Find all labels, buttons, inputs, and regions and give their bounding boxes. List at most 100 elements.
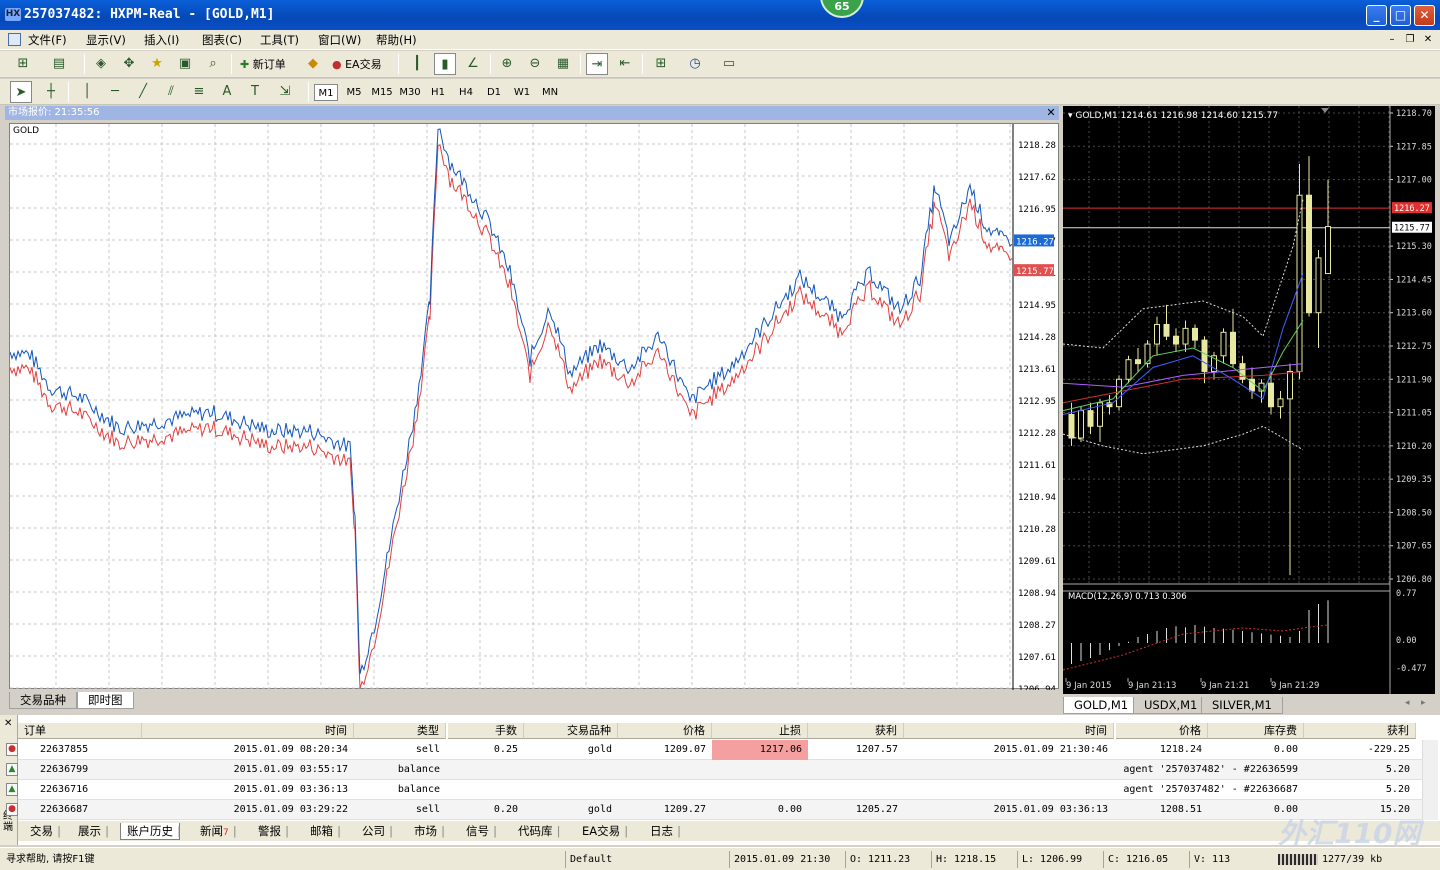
connection-bars-icon: [1278, 854, 1318, 865]
zoom-out-icon[interactable]: ⊖: [524, 53, 546, 75]
close-button[interactable]: ✕: [1414, 5, 1435, 26]
fibonacci-icon[interactable]: ≡: [188, 81, 210, 103]
mdi-restore-button[interactable]: ❐: [1402, 33, 1418, 47]
text-label-icon[interactable]: T: [244, 81, 266, 103]
terminal-close-icon[interactable]: ✕: [4, 718, 12, 729]
terminal-tab[interactable]: 信号 |: [460, 823, 497, 840]
candle-body: [1135, 359, 1141, 365]
new-chart-icon[interactable]: ⊞: [12, 53, 34, 75]
market-watch-icon[interactable]: ◈: [90, 53, 112, 75]
data-window-icon[interactable]: ✥: [118, 53, 140, 75]
tab-usdx-m1[interactable]: USDX,M1: [1133, 697, 1209, 714]
minimize-button[interactable]: _: [1366, 5, 1387, 26]
candle-body: [1087, 410, 1094, 427]
horizontal-line-icon[interactable]: ─: [104, 81, 126, 103]
periods-icon[interactable]: ◷: [684, 53, 706, 75]
mdi-close-button[interactable]: ✕: [1420, 33, 1436, 47]
line-chart-icon[interactable]: ∠: [462, 53, 484, 75]
bar-chart-icon[interactable]: ┃: [406, 53, 428, 75]
text-icon[interactable]: A: [216, 81, 238, 103]
candle-chart[interactable]: 1218.70 1217.85 1217.00 1215.30 1214.45 1213.…: [1063, 106, 1435, 694]
indicators-icon[interactable]: ⊞: [650, 53, 672, 75]
terminal-icon[interactable]: ▣: [174, 53, 196, 75]
new-order-button[interactable]: ✚ 新订单: [240, 56, 286, 72]
candlestick-icon[interactable]: ▮: [434, 53, 456, 75]
auto-scroll-icon[interactable]: ⇥: [586, 53, 608, 75]
cursor-icon[interactable]: ➤: [10, 81, 32, 103]
column-header[interactable]: 手数: [448, 723, 524, 739]
menu-item[interactable]: 工具(T): [260, 32, 299, 48]
cell-symbol: gold: [587, 804, 612, 815]
terminal-tab[interactable]: 代码库 |: [512, 823, 561, 840]
timeframe-h1[interactable]: H1: [426, 84, 450, 101]
terminal-tab[interactable]: EA交易 |: [576, 823, 628, 840]
crosshair-icon[interactable]: ┼: [40, 81, 62, 103]
menu-item[interactable]: 插入(I): [144, 32, 179, 48]
tick-chart[interactable]: 1218.281217.621216.951216.271215.611214.…: [9, 123, 1059, 690]
candle-body: [1182, 327, 1189, 345]
timeframe-m5[interactable]: M5: [342, 84, 366, 101]
column-header[interactable]: 价格: [1116, 723, 1208, 739]
column-header[interactable]: 交易品种: [524, 723, 618, 739]
status-profile[interactable]: Default: [565, 851, 725, 868]
tab-tick-chart[interactable]: 即时图: [77, 692, 134, 709]
terminal-tab[interactable]: 邮箱 |: [304, 823, 341, 840]
tile-windows-icon[interactable]: ▦: [552, 53, 574, 75]
tab-scroll-right-icon[interactable]: ▸: [1421, 698, 1426, 708]
menu-item[interactable]: 窗口(W): [318, 32, 361, 48]
timeframe-mn[interactable]: MN: [538, 84, 562, 101]
tab-scroll-left-icon[interactable]: ◂: [1405, 698, 1410, 708]
candle-body: [1220, 331, 1227, 357]
chart-shift-icon[interactable]: ⇤: [614, 53, 636, 75]
timeframe-m1[interactable]: M1: [314, 84, 338, 101]
terminal-tab[interactable]: 新闻7 |: [194, 823, 237, 840]
menu-item[interactable]: 显示(V): [86, 32, 126, 48]
column-header[interactable]: 类型: [354, 723, 446, 739]
column-header[interactable]: 获利: [808, 723, 904, 739]
sell-order-icon: ●: [6, 743, 18, 756]
navigator-icon[interactable]: ★: [146, 53, 168, 75]
column-header[interactable]: 库存费: [1208, 723, 1304, 739]
maximize-button[interactable]: □: [1390, 5, 1411, 26]
cell-time: 2015.01.09 03:55:17: [233, 764, 348, 775]
timeframe-m15[interactable]: M15: [370, 84, 394, 101]
metaeditor-icon[interactable]: ◆: [302, 53, 324, 75]
profiles-icon[interactable]: ▤: [48, 53, 70, 75]
strategy-tester-icon[interactable]: ⌕: [202, 53, 224, 75]
templates-icon[interactable]: ▭: [718, 53, 740, 75]
channel-icon[interactable]: ⫽: [160, 81, 182, 103]
menu-item[interactable]: 图表(C): [202, 32, 242, 48]
menu-item[interactable]: 帮助(H): [376, 32, 417, 48]
terminal-tab[interactable]: 账户历史 |: [120, 823, 181, 840]
trendline-icon[interactable]: ╱: [132, 81, 154, 103]
terminal-tab[interactable]: 公司 |: [356, 823, 393, 840]
menu-item[interactable]: 文件(F): [28, 32, 67, 48]
chart-window-tabs: GOLD,M1 USDX,M1 SILVER,M1 ◂ ▸: [1063, 695, 1438, 715]
terminal-tab[interactable]: 展示 |: [72, 823, 109, 840]
column-header[interactable]: 时间: [142, 723, 354, 739]
column-header[interactable]: 订单: [18, 723, 142, 739]
vertical-line-icon[interactable]: │: [76, 81, 98, 103]
terminal-tab[interactable]: 日志 |: [644, 823, 681, 840]
timeframe-w1[interactable]: W1: [510, 84, 534, 101]
timeframe-d1[interactable]: D1: [482, 84, 506, 101]
timeframe-h4[interactable]: H4: [454, 84, 478, 101]
timeframe-m30[interactable]: M30: [398, 84, 422, 101]
zoom-in-icon[interactable]: ⊕: [496, 53, 518, 75]
drawing-toolbar: ➤ ┼ │ ─ ╱ ⫽ ≡ A T ⇲ M1 M5 M15 M30 H1 H4 D1 W1 MN: [0, 79, 1440, 105]
column-header[interactable]: 时间: [904, 723, 1114, 739]
tab-gold-m1[interactable]: GOLD,M1: [1063, 697, 1140, 714]
terminal-scrollbar[interactable]: [1422, 740, 1438, 820]
mdi-minimize-button[interactable]: –: [1384, 33, 1400, 47]
close-panel-icon[interactable]: ✕: [1044, 106, 1058, 120]
tab-silver-m1[interactable]: SILVER,M1: [1201, 697, 1283, 714]
column-header[interactable]: 价格: [618, 723, 712, 739]
ea-trading-button[interactable]: ● EA交易: [332, 56, 382, 72]
terminal-tab[interactable]: 市场 |: [408, 823, 445, 840]
column-header[interactable]: 止损: [712, 723, 808, 739]
column-header[interactable]: 获利: [1304, 723, 1416, 739]
terminal-tab[interactable]: 交易 |: [24, 823, 61, 840]
tab-symbols[interactable]: 交易品种: [9, 692, 77, 709]
arrows-icon[interactable]: ⇲: [274, 81, 296, 103]
terminal-tab[interactable]: 警报 |: [252, 823, 289, 840]
